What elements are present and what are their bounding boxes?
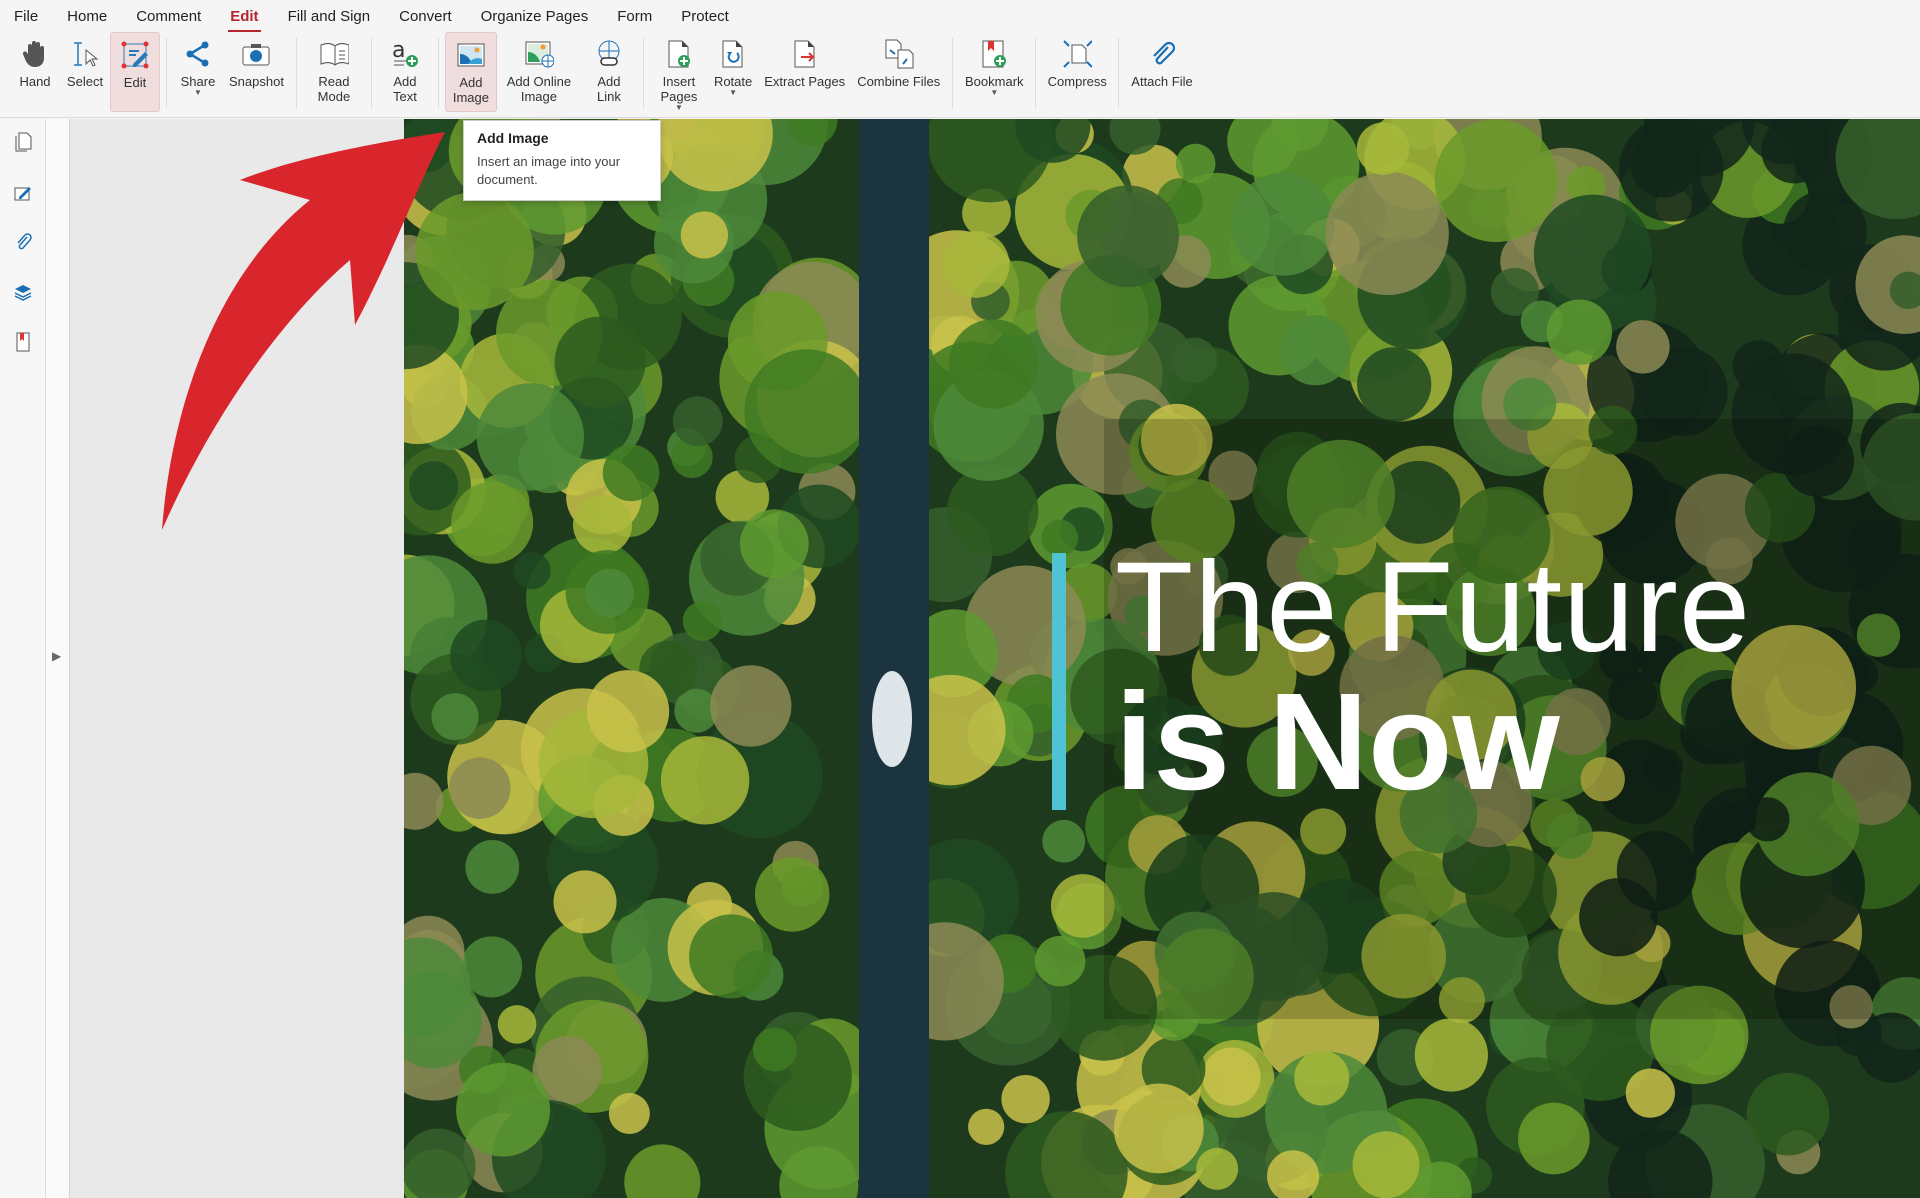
- edit-icon: [120, 39, 150, 71]
- add-online-image-label: Add Online Image: [506, 74, 572, 104]
- layers-panel-button[interactable]: [0, 269, 46, 319]
- menu-form[interactable]: Form: [617, 4, 652, 29]
- menu-home[interactable]: Home: [67, 4, 107, 29]
- combine-files-label: Combine Files: [857, 74, 941, 89]
- signature-panel-button[interactable]: [0, 169, 46, 219]
- read-mode-button[interactable]: Read Mode: [303, 32, 365, 112]
- hand-label: Hand: [19, 74, 51, 89]
- attach-file-label: Attach File: [1131, 74, 1193, 89]
- ribbon-toolbar: Hand Select Edit Share ▼ Snapshot Read Mo…: [0, 32, 1920, 118]
- edit-button[interactable]: Edit: [110, 32, 160, 112]
- svg-text:a: a: [392, 39, 405, 63]
- chevron-down-icon: ▼: [194, 88, 202, 97]
- snapshot-label: Snapshot: [229, 74, 284, 89]
- divider: [1118, 38, 1120, 108]
- add-image-tooltip: Add Image Insert an image into your docu…: [463, 120, 661, 201]
- attach-file-button[interactable]: Attach File: [1125, 32, 1198, 112]
- rotate-label: Rotate: [713, 74, 753, 89]
- combine-files-button[interactable]: Combine Files: [851, 32, 946, 112]
- add-link-label: Add Link: [597, 74, 621, 104]
- snapshot-button[interactable]: Snapshot: [223, 32, 290, 112]
- pages-icon: [14, 132, 32, 157]
- add-text-icon: a: [390, 38, 420, 70]
- add-image-label: Add Image: [452, 75, 489, 105]
- select-button[interactable]: Select: [60, 32, 110, 112]
- accent-bar: [1052, 553, 1066, 810]
- divider: [166, 38, 167, 108]
- camera-icon: [241, 38, 271, 70]
- bookmark-label: Bookmark: [965, 74, 1024, 89]
- add-text-button[interactable]: a Add Text: [378, 32, 432, 112]
- insert-pages-button[interactable]: Insert Pages ▼: [650, 32, 708, 112]
- bookmark-icon: [979, 38, 1009, 70]
- edit-label: Edit: [123, 75, 147, 90]
- document-page-image: The Future is Now: [404, 119, 1920, 1198]
- headline-line-1: The Future: [1115, 536, 1752, 679]
- image-icon: [456, 39, 486, 71]
- compress-icon: [1062, 38, 1093, 70]
- menu-comment[interactable]: Comment: [136, 4, 201, 29]
- share-icon: [183, 38, 213, 70]
- book-icon: [319, 38, 349, 70]
- add-online-image-button[interactable]: Add Online Image: [497, 32, 581, 112]
- signature-icon: [13, 182, 33, 207]
- rotate-button[interactable]: Rotate ▼: [708, 32, 758, 112]
- divider: [642, 38, 644, 108]
- menu-bar: File Home Comment Edit Fill and Sign Con…: [0, 0, 1920, 32]
- share-button[interactable]: Share ▼: [173, 32, 223, 112]
- menu-protect[interactable]: Protect: [681, 4, 729, 29]
- insert-page-icon: [664, 38, 694, 70]
- compress-button[interactable]: Compress: [1042, 32, 1112, 112]
- add-image-button[interactable]: Add Image: [444, 32, 497, 112]
- text-cursor-icon: [70, 38, 100, 70]
- left-sidebar: [0, 119, 46, 1198]
- tooltip-title: Add Image: [477, 130, 549, 146]
- divider: [370, 38, 372, 108]
- hand-button[interactable]: Hand: [10, 32, 60, 112]
- online-image-icon: [524, 38, 554, 70]
- link-icon: [594, 38, 624, 70]
- menu-edit[interactable]: Edit: [228, 4, 261, 32]
- paperclip-icon: [1147, 38, 1177, 70]
- combine-files-icon: [884, 38, 914, 70]
- red-arrow-annotation: [162, 132, 445, 530]
- add-link-button[interactable]: Add Link: [581, 32, 637, 112]
- divider: [295, 38, 297, 108]
- menu-file[interactable]: File: [14, 4, 38, 29]
- attachments-panel-button[interactable]: [0, 219, 46, 269]
- tooltip-description: Insert an image into your document.: [477, 154, 621, 187]
- chevron-down-icon: ▼: [674, 103, 683, 112]
- headline-line-2: is Now: [1115, 665, 1560, 819]
- headline: The Future is Now: [1115, 536, 1752, 819]
- bookmark-button[interactable]: Bookmark ▼: [959, 32, 1029, 112]
- collapsed-panel: ▶: [46, 119, 70, 1198]
- expand-panel-icon[interactable]: ▶: [52, 649, 61, 663]
- divider: [1035, 38, 1037, 108]
- hand-icon: [20, 38, 50, 70]
- menu-convert[interactable]: Convert: [399, 4, 452, 29]
- extract-pages-label: Extract Pages: [764, 74, 846, 89]
- compress-label: Compress: [1047, 74, 1107, 89]
- layers-icon: [13, 282, 33, 307]
- bookmark-icon: [14, 332, 32, 357]
- divider: [437, 38, 439, 108]
- insert-pages-label: Insert Pages: [660, 74, 698, 104]
- rotate-page-icon: [718, 38, 748, 70]
- paperclip-icon: [14, 232, 32, 257]
- menu-organize-pages[interactable]: Organize Pages: [481, 4, 589, 29]
- read-mode-label: Read Mode: [317, 74, 351, 104]
- add-text-label: Add Text: [393, 74, 417, 104]
- bookmarks-panel-button[interactable]: [0, 319, 46, 369]
- share-label: Share: [180, 74, 216, 89]
- extract-pages-button[interactable]: Extract Pages: [758, 32, 851, 112]
- extract-page-icon: [790, 38, 820, 70]
- chevron-down-icon: ▼: [729, 88, 738, 97]
- pages-panel-button[interactable]: [0, 119, 46, 169]
- chevron-down-icon: ▼: [990, 88, 999, 97]
- menu-fill-and-sign[interactable]: Fill and Sign: [288, 4, 371, 29]
- select-label: Select: [66, 74, 104, 89]
- divider: [952, 38, 954, 108]
